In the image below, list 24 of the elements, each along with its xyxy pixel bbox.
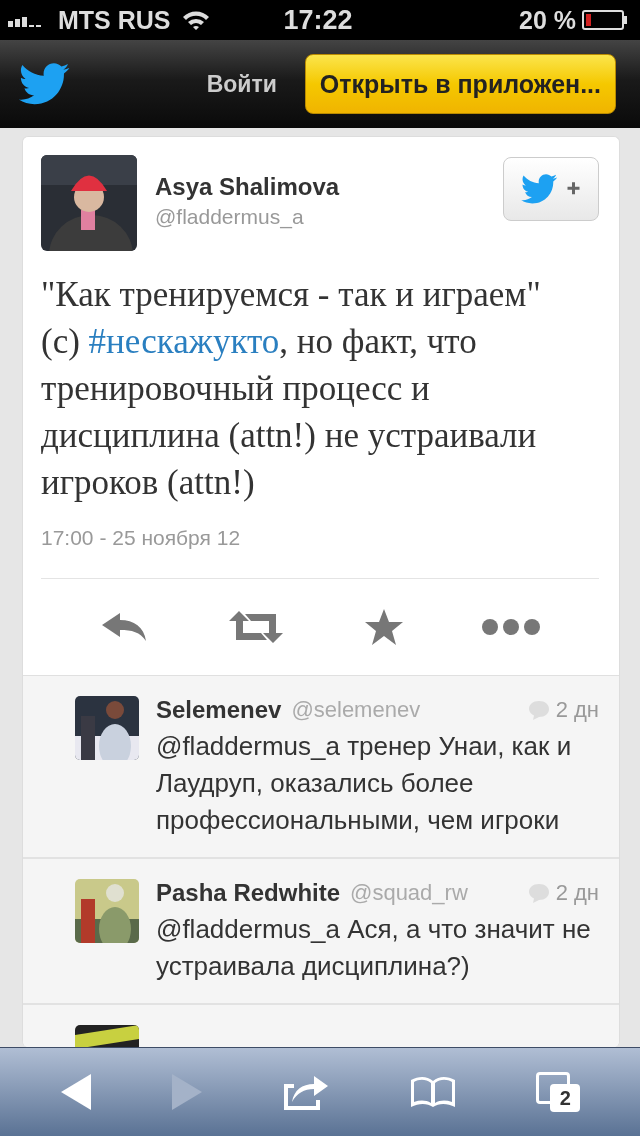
reply-age: 2 дн: [555, 697, 599, 723]
bookmarks-icon[interactable]: [409, 1074, 458, 1110]
reply-author-name[interactable]: Selemenev: [156, 696, 282, 724]
hashtag-link[interactable]: #нескажукто: [88, 322, 280, 361]
clock-time: 17:22: [283, 4, 353, 36]
reply-age: 2 дн: [555, 880, 599, 906]
follow-button[interactable]: [503, 157, 599, 221]
reply-text: @fladdermus_a Ася, а что значит не устраивала дисциплина?): [156, 913, 592, 983]
speech-bubble-icon: [527, 700, 550, 720]
bird-logo-icon[interactable]: [18, 63, 70, 105]
tweet-text: "Как тренируемся - так и играем" (с) #нескажукто, но факт, что тренировочный процесс и дисциплина (attn!) не устраивали игроков (attn!): [41, 274, 542, 504]
open-in-app-button[interactable]: Открыть в приложен...: [304, 54, 616, 114]
login-button[interactable]: Войти: [202, 62, 281, 106]
carrier-name: MTS RUS: [58, 5, 171, 35]
battery-icon: [582, 10, 628, 30]
author-name[interactable]: Asya Shalimova: [155, 173, 503, 201]
speech-bubble-icon: [527, 883, 550, 903]
battery-percent: 20 %: [519, 5, 576, 35]
back-icon[interactable]: [59, 1073, 92, 1111]
more-icon[interactable]: [480, 618, 541, 636]
reply-text: @fladdermus_a тренер Унаи, как и Лаудруп, оказались более профессиональными, чем игроки: [156, 730, 573, 837]
star-icon[interactable]: [363, 608, 404, 646]
bird-plus-icon: [521, 173, 581, 205]
reply-author-name[interactable]: Pasha Redwhite: [156, 879, 341, 907]
